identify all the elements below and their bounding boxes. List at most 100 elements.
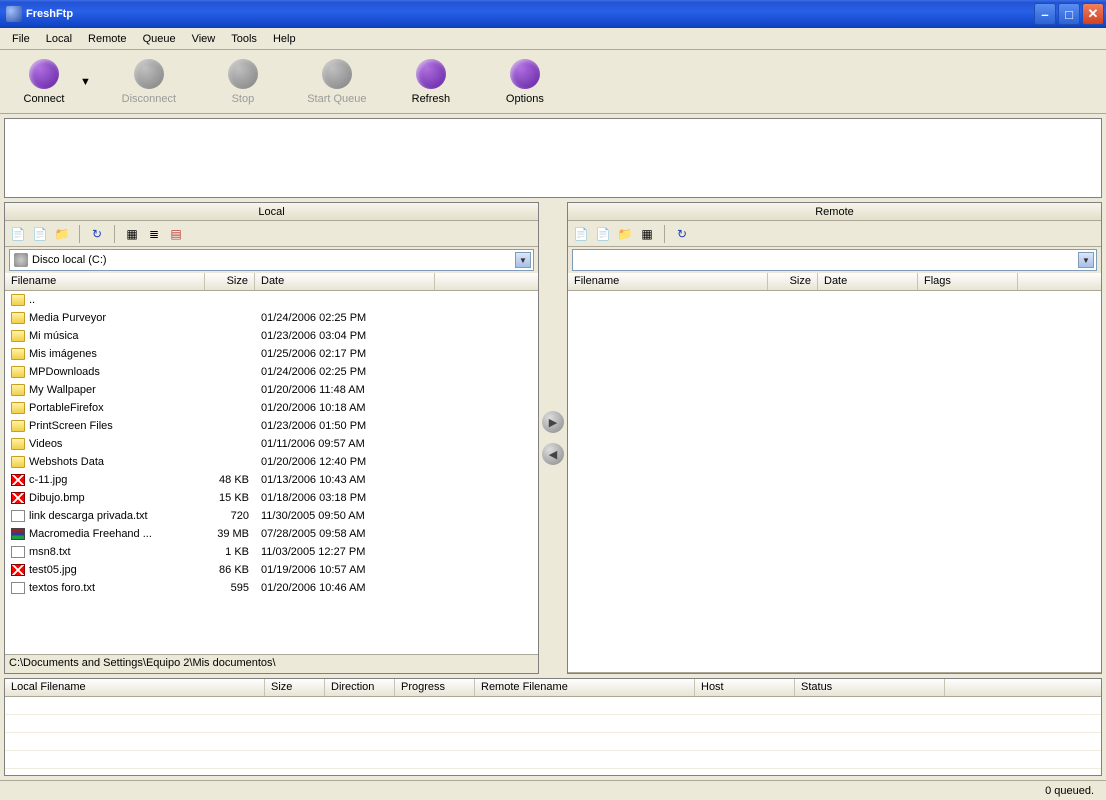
column-flags[interactable]: Flags [918,273,1018,290]
minimize-button[interactable]: – [1034,3,1056,25]
list-item[interactable]: test05.jpg86 KB01/19/2006 10:57 AM [5,561,538,579]
drive-combo[interactable]: Disco local (C:) ▼ [9,249,534,271]
menu-file[interactable]: File [4,31,38,47]
transfer-right-button[interactable]: ▶ [542,411,564,433]
queue-column-status[interactable]: Status [795,679,945,696]
remote-file-list[interactable] [568,291,1101,673]
remote-pane-title: Remote [568,203,1101,221]
file-size: 39 MB [205,528,255,540]
menu-queue[interactable]: Queue [135,31,184,47]
queue-column-host[interactable]: Host [695,679,795,696]
file-name: MPDownloads [29,366,100,378]
chevron-down-icon[interactable]: ▼ [515,252,531,268]
folder-icon [11,330,25,342]
queue-column-remote-filename[interactable]: Remote Filename [475,679,695,696]
toolbar-label: Options [506,93,544,105]
transfer-left-button[interactable]: ◀ [542,443,564,465]
connect-dropdown[interactable]: ▼ [80,76,91,88]
file-date: 01/25/2006 02:17 PM [255,348,435,360]
file-name: Videos [29,438,62,450]
list-item[interactable]: Webshots Data01/20/2006 12:40 PM [5,453,538,471]
view-icon-2[interactable]: ≣ [145,225,163,243]
list-item[interactable]: textos foro.txt59501/20/2006 10:46 AM [5,579,538,597]
remote-pane: Remote 📄 📄 📁 ▦ ↻ ▼ FilenameSizeDateFlags [567,202,1102,674]
queue-body[interactable] [5,697,1101,775]
column-date[interactable]: Date [818,273,918,290]
options-icon [510,59,540,89]
menu-remote[interactable]: Remote [80,31,135,47]
list-item[interactable]: Mi música01/23/2006 03:04 PM [5,327,538,345]
list-item[interactable]: My Wallpaper01/20/2006 11:48 AM [5,381,538,399]
queue-row [5,751,1101,769]
file-date: 01/18/2006 03:18 PM [255,492,435,504]
column-size[interactable]: Size [205,273,255,290]
queue-column-size[interactable]: Size [265,679,325,696]
stop-button: Stop [207,59,279,105]
refresh-button[interactable]: Refresh [395,59,467,105]
list-item[interactable]: PrintScreen Files01/23/2006 01:50 PM [5,417,538,435]
queue-row [5,715,1101,733]
list-item[interactable]: Mis imágenes 01/25/2006 02:17 PM [5,345,538,363]
copy-icon[interactable]: 📄 [9,225,27,243]
column-size[interactable]: Size [768,273,818,290]
file-name: Mis imágenes [29,348,97,360]
remote-path-combo[interactable]: ▼ [572,249,1097,271]
local-file-list[interactable]: ..Media Purveyor01/24/2006 02:25 PMMi mú… [5,291,538,655]
column-filename[interactable]: Filename [5,273,205,290]
list-item[interactable]: link descarga privada.txt72011/30/2005 0… [5,507,538,525]
file-date: 01/23/2006 03:04 PM [255,330,435,342]
toolbar-label: Connect [24,93,65,105]
folder-icon [11,348,25,360]
list-item[interactable]: msn8.txt1 KB11/03/2005 12:27 PM [5,543,538,561]
start-queue-icon [322,59,352,89]
disconnect-icon [134,59,164,89]
menu-tools[interactable]: Tools [223,31,265,47]
new-folder-icon[interactable]: 📁 [53,225,71,243]
list-item[interactable]: Videos01/11/2006 09:57 AM [5,435,538,453]
disconnect-button: Disconnect [113,59,185,105]
list-item[interactable]: Media Purveyor01/24/2006 02:25 PM [5,309,538,327]
delete-icon[interactable]: 📄 [31,225,49,243]
folder-icon [11,366,25,378]
connect-button[interactable]: Connect [8,59,80,105]
refresh-local-icon[interactable]: ↻ [88,225,106,243]
view-icon-1[interactable]: ▦ [123,225,141,243]
queue-column-direction[interactable]: Direction [325,679,395,696]
local-path: C:\Documents and Settings\Equipo 2\Mis d… [5,655,538,673]
view-icon-3[interactable]: ▤ [167,225,185,243]
copy-icon[interactable]: 📄 [572,225,590,243]
separator [664,225,665,243]
file-size: 1 KB [205,546,255,558]
menu-view[interactable]: View [184,31,224,47]
queue-header: Local FilenameSizeDirectionProgressRemot… [5,679,1101,697]
titlebar[interactable]: FreshFtp – □ ✕ [0,0,1106,28]
list-item[interactable]: Macromedia Freehand ...39 MB07/28/2005 0… [5,525,538,543]
column-date[interactable]: Date [255,273,435,290]
options-button[interactable]: Options [489,59,561,105]
img-icon [11,474,25,486]
file-name: test05.jpg [29,564,77,576]
list-item[interactable]: Dibujo.bmp15 KB01/18/2006 03:18 PM [5,489,538,507]
delete-icon[interactable]: 📄 [594,225,612,243]
list-item[interactable]: MPDownloads01/24/2006 02:25 PM [5,363,538,381]
folder-icon [11,384,25,396]
list-item[interactable]: .. [5,291,538,309]
column-filename[interactable]: Filename [568,273,768,290]
stop-icon [228,59,258,89]
menu-local[interactable]: Local [38,31,80,47]
file-size: 48 KB [205,474,255,486]
queue-column-progress[interactable]: Progress [395,679,475,696]
chevron-down-icon[interactable]: ▼ [1078,252,1094,268]
list-item[interactable]: c-11.jpg48 KB01/13/2006 10:43 AM [5,471,538,489]
menu-help[interactable]: Help [265,31,304,47]
file-size: 15 KB [205,492,255,504]
file-size: 720 [205,510,255,522]
close-button[interactable]: ✕ [1082,3,1104,25]
new-folder-icon[interactable]: 📁 [616,225,634,243]
file-size: 595 [205,582,255,594]
properties-icon[interactable]: ▦ [638,225,656,243]
maximize-button[interactable]: □ [1058,3,1080,25]
list-item[interactable]: PortableFirefox01/20/2006 10:18 AM [5,399,538,417]
queue-column-local-filename[interactable]: Local Filename [5,679,265,696]
refresh-remote-icon[interactable]: ↻ [673,225,691,243]
